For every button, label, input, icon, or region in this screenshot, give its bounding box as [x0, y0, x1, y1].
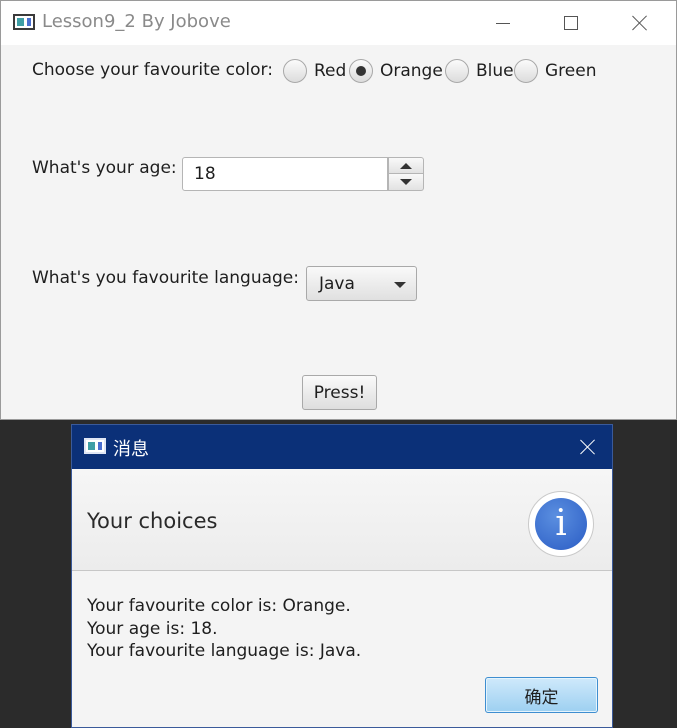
minimize-button[interactable] [470, 1, 536, 45]
dialog-line-age: Your age is: 18. [87, 618, 218, 639]
radio-blue[interactable] [445, 59, 469, 83]
ok-button[interactable]: 确定 [485, 677, 598, 713]
radio-green-label[interactable]: Green [545, 61, 596, 81]
minimize-icon [496, 22, 510, 24]
age-spinner[interactable]: 18 [182, 157, 424, 191]
main-window: Lesson9_2 By Jobove Choose your favourit… [0, 0, 677, 420]
radio-green[interactable] [514, 59, 538, 83]
message-dialog: 消息 Your choices i Your favourite color i… [71, 424, 613, 728]
age-decrement-button[interactable] [388, 174, 424, 191]
maximize-icon [564, 16, 578, 30]
arrow-down-icon [400, 179, 412, 185]
dialog-header: Your choices i [72, 469, 612, 571]
app-window-icon [13, 14, 35, 30]
dialog-line-language: Your favourite language is: Java. [87, 641, 362, 661]
chevron-down-icon [394, 282, 406, 288]
dialog-content: Your favourite color is: Orange. Your ag… [87, 595, 361, 663]
close-icon [632, 15, 648, 31]
dialog-titlebar[interactable]: 消息 [72, 425, 612, 469]
dialog-line-color: Your favourite color is: Orange. [87, 596, 351, 616]
color-question-label: Choose your favourite color: [32, 60, 273, 80]
app-window-icon [84, 438, 106, 454]
radio-blue-label[interactable]: Blue [476, 61, 514, 81]
radio-red-label[interactable]: Red [314, 61, 346, 81]
radio-orange[interactable] [349, 59, 373, 83]
dialog-close-button[interactable] [564, 425, 612, 469]
age-question-label: What's your age: [32, 158, 177, 178]
close-icon [580, 439, 596, 455]
age-increment-button[interactable] [388, 157, 424, 174]
language-selected-value: Java [319, 274, 355, 294]
info-icon: i [528, 491, 594, 557]
age-input[interactable]: 18 [182, 157, 388, 191]
radio-red[interactable] [283, 59, 307, 83]
language-dropdown[interactable]: Java [306, 266, 417, 301]
maximize-button[interactable] [538, 1, 604, 45]
arrow-up-icon [400, 162, 412, 169]
language-question-label: What's you favourite language: [32, 268, 299, 288]
press-button[interactable]: Press! [302, 375, 377, 410]
main-titlebar[interactable]: Lesson9_2 By Jobove [1, 1, 676, 45]
dialog-header-text: Your choices [87, 509, 218, 533]
close-button[interactable] [607, 1, 673, 45]
info-icon-glyph: i [535, 498, 587, 550]
window-title: Lesson9_2 By Jobove [42, 11, 231, 32]
radio-orange-label[interactable]: Orange [380, 61, 443, 81]
dialog-title: 消息 [113, 439, 149, 460]
